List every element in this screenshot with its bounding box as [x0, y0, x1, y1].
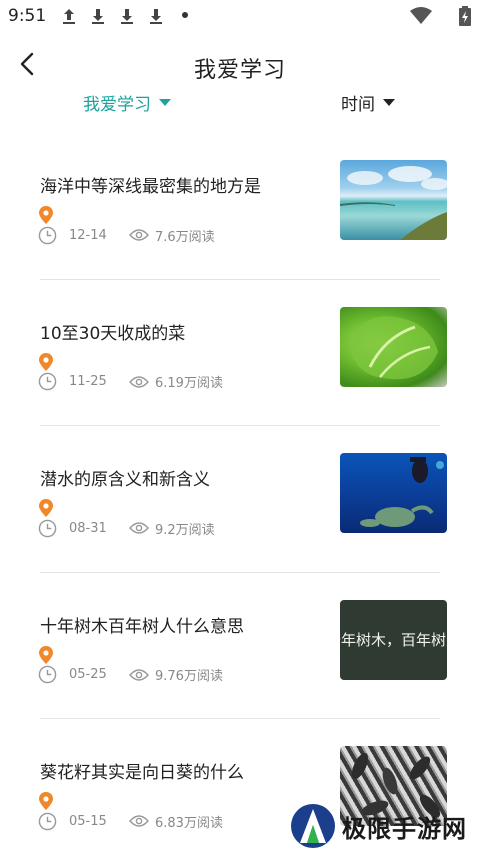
- caret-down-icon: [383, 99, 395, 106]
- diver-sea-turtle-photo: [360, 457, 444, 527]
- clock-icon: [38, 812, 57, 830]
- article-meta: 05-15 6.83万阅读: [38, 811, 223, 831]
- clock-icon: [38, 519, 57, 537]
- article-item[interactable]: 十年树木百年树人什么意思 05-25 9.76万阅读 十年树木，百年树人: [0, 586, 480, 733]
- article-title: 10至30天收成的菜: [40, 323, 186, 344]
- article-date: 05-15: [69, 813, 107, 829]
- location-pin-icon: [39, 352, 53, 371]
- article-thumbnail: [340, 453, 447, 533]
- thumbnail-caption: 十年树木，百年树人: [340, 631, 447, 649]
- article-meta: 11-25 6.19万阅读: [38, 372, 223, 392]
- filter-time-dropdown[interactable]: 时间: [341, 90, 395, 115]
- dot-icon: [182, 12, 188, 18]
- location-pin-icon: [39, 792, 53, 810]
- article-meta: 12-14 7.6万阅读: [38, 225, 215, 245]
- watermark-logo: [291, 804, 335, 848]
- status-time: 9:51: [8, 6, 47, 26]
- article-title: 潜水的原含义和新含义: [40, 470, 210, 490]
- article-meta: 05-25 9.76万阅读: [38, 665, 223, 685]
- battery-icon: [459, 6, 471, 26]
- article-title: 海洋中等深线最密集的地方是: [40, 177, 261, 197]
- location-pin-icon: [39, 206, 53, 224]
- wifi-icon: [410, 7, 432, 24]
- eye-icon: [129, 229, 149, 241]
- article-thumbnail: 十年树木，百年树人: [340, 599, 447, 680]
- article-thumbnail: [340, 306, 447, 387]
- watermark: 极限手游网: [290, 800, 480, 852]
- eye-icon: [129, 668, 149, 681]
- article-date: 08-31: [69, 520, 107, 536]
- filter-time-label: 时间: [341, 95, 375, 115]
- article-views: 9.2万阅读: [155, 522, 215, 538]
- divider: [40, 278, 440, 280]
- header: 我爱学习: [0, 40, 480, 96]
- caret-down-icon: [159, 99, 171, 106]
- article-item[interactable]: 海洋中等深线最密集的地方是 12-14 7.6万阅读: [0, 146, 480, 293]
- clock-icon: [38, 226, 57, 244]
- ocean-coast-photo: [340, 166, 447, 240]
- status-bar: 9:51: [0, 0, 480, 32]
- article-title: 葵花籽其实是向日葵的什么: [40, 763, 244, 783]
- location-pin-icon: [39, 499, 53, 517]
- divider: [40, 425, 440, 426]
- lettuce-photo: [350, 315, 438, 379]
- article-views: 9.76万阅读: [155, 669, 223, 684]
- upload-icon: [63, 9, 75, 24]
- download-icon: [121, 9, 133, 24]
- article-title: 十年树木百年树人什么意思: [40, 616, 244, 637]
- eye-icon: [129, 522, 149, 534]
- article-item[interactable]: 10至30天收成的菜 11-25 6.19万阅读: [0, 293, 480, 440]
- filter-bar: 我爱学习 时间: [0, 90, 480, 116]
- article-meta: 08-31 9.2万阅读: [38, 518, 215, 538]
- download-icon: [150, 9, 162, 24]
- divider: [40, 718, 440, 719]
- article-views: 6.19万阅读: [155, 376, 223, 391]
- article-views: 7.6万阅读: [155, 229, 215, 245]
- article-date: 11-25: [69, 374, 107, 389]
- article-thumbnail: [340, 160, 447, 240]
- watermark-text: 极限手游网: [342, 813, 467, 843]
- location-pin-icon: [39, 645, 53, 664]
- article-item[interactable]: 潜水的原含义和新含义 08-31 9.2万阅读: [0, 439, 480, 586]
- eye-icon: [129, 375, 149, 388]
- article-views: 6.83万阅读: [155, 815, 223, 831]
- clock-icon: [38, 665, 57, 684]
- article-date: 12-14: [69, 227, 107, 243]
- page-title: 我爱学习: [193, 58, 286, 83]
- article-date: 05-25: [69, 667, 107, 682]
- filter-category-label: 我爱学习: [83, 95, 151, 115]
- divider: [40, 571, 440, 573]
- download-icon: [92, 9, 104, 24]
- clock-icon: [38, 372, 57, 391]
- filter-category-dropdown[interactable]: 我爱学习: [83, 90, 171, 115]
- article-list: 海洋中等深线最密集的地方是 12-14 7.6万阅读 10至30天收成的菜 11…: [0, 146, 480, 853]
- eye-icon: [129, 815, 149, 827]
